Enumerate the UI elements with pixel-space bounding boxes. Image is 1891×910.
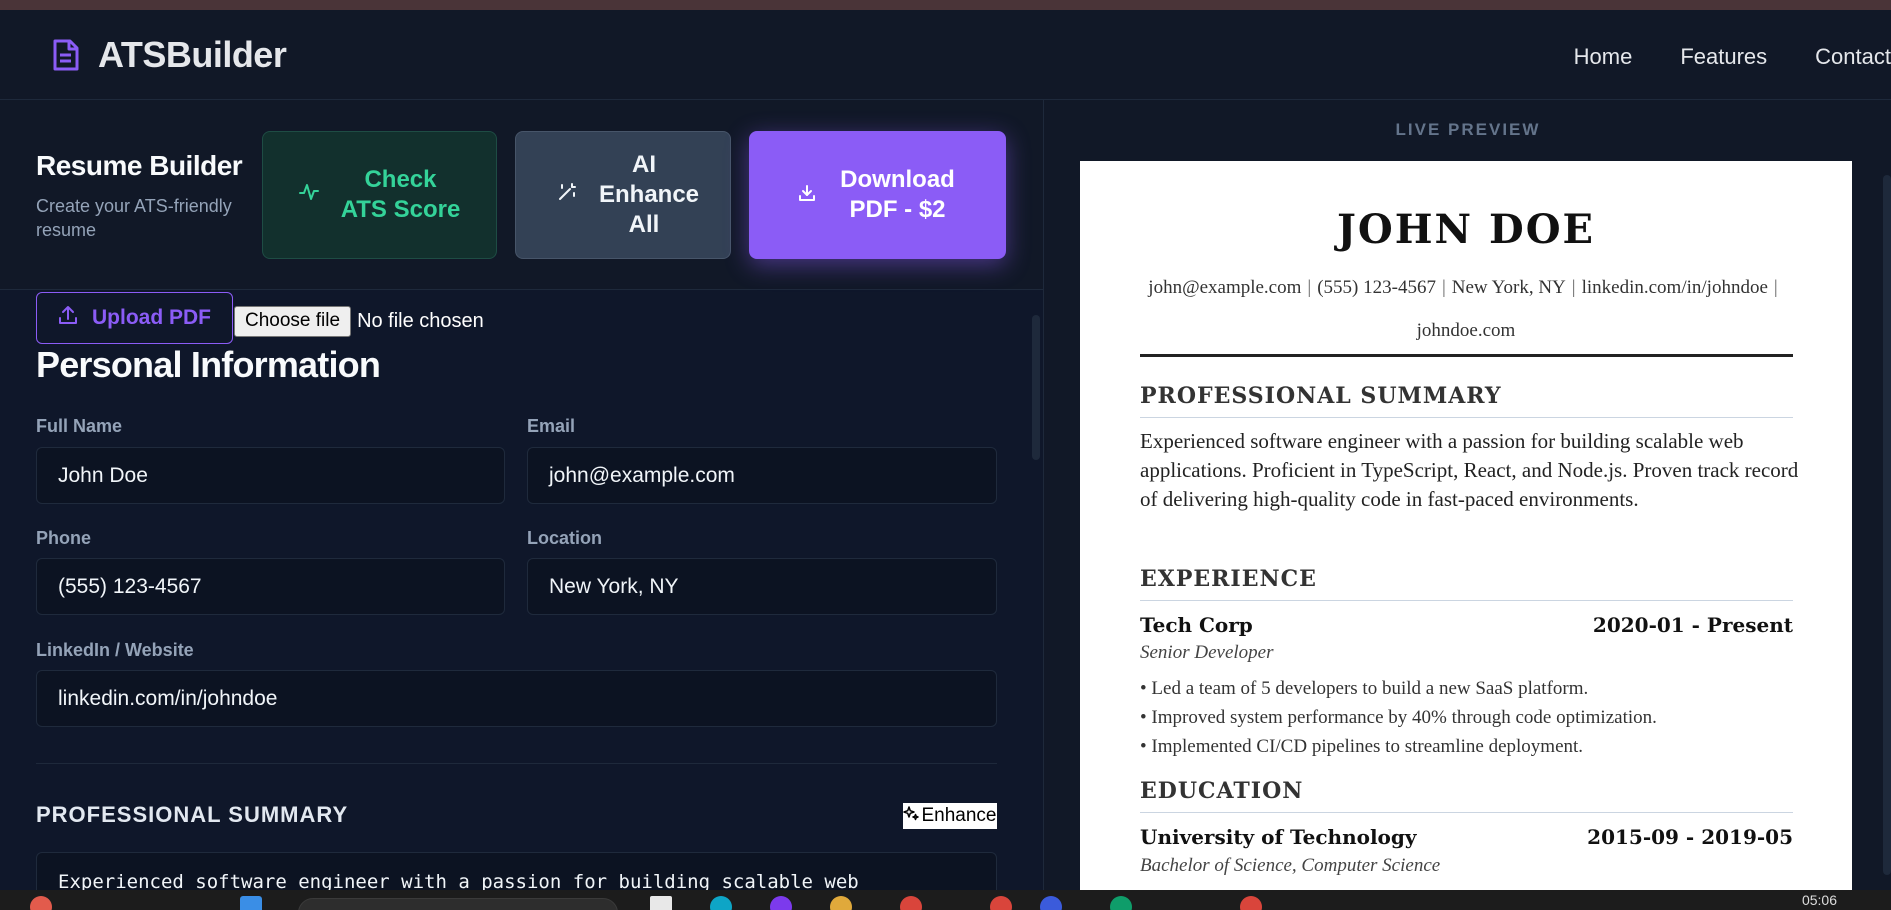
app-logo[interactable]: ATSBuilder [50, 34, 287, 76]
resume-preview-page: JOHN DOE john@example.com | (555) 123-4567… [1080, 161, 1852, 890]
resume-degree: Bachelor of Science, Computer Science [1140, 855, 1441, 876]
resume-company: Tech Corp [1140, 613, 1253, 637]
resume-website: johndoe.com [1416, 320, 1516, 341]
nav-links: Home Features Contact [1574, 44, 1891, 70]
builder-header: Resume Builder Create your ATS-friendly … [0, 100, 1043, 290]
full-name-label: Full Name [36, 416, 123, 436]
linkedin-field[interactable]: linkedin.com/in/johndoe [36, 670, 997, 727]
resume-contact-line: john@example.com | (555) 123-4567 | New York… [1148, 277, 1778, 341]
personal-information-heading: Personal Information [36, 344, 381, 385]
editor-scrollbar[interactable] [1032, 315, 1040, 460]
enhance-label: Enhance [921, 805, 997, 826]
folder-icon[interactable] [830, 896, 852, 910]
download-pdf-label: Download PDF - $2 [840, 166, 955, 223]
resume-experience-row: Tech Corp 2020-01 - Present [1140, 613, 1793, 637]
sparkles-icon [903, 805, 920, 827]
chrome-icon[interactable] [990, 896, 1012, 910]
upload-pdf-label: Upload PDF [92, 306, 211, 329]
resume-summary-heading: PROFESSIONAL SUMMARY [1140, 383, 1793, 418]
resume-location: New York, NY [1451, 277, 1566, 298]
resume-education-dates: 2015-09 - 2019-05 [1587, 825, 1793, 849]
ai-enhance-label: AI Enhance All [599, 151, 700, 238]
resume-experience-dates: 2020-01 - Present [1592, 613, 1793, 637]
choose-file-button[interactable]: Choose file [234, 305, 352, 337]
full-name-field[interactable]: John Doe [36, 447, 505, 504]
email-field[interactable]: john@example.com [527, 447, 997, 504]
preview-panel: LIVE PREVIEW JOHN DOE john@example.com |(… [1043, 100, 1891, 890]
os-taskbar: 05:06 [0, 890, 1891, 910]
ai-enhance-all-button[interactable]: AI Enhance All [515, 131, 731, 259]
notification-icon[interactable] [30, 896, 52, 910]
professional-summary-heading: PROFESSIONAL SUMMARY [36, 802, 349, 827]
document-icon [50, 35, 82, 75]
edge-icon[interactable] [710, 896, 732, 910]
resume-education-heading: EDUCATION [1140, 778, 1793, 813]
download-pdf-button[interactable]: Download PDF - $2 [749, 131, 1006, 259]
linkedin-label: LinkedIn / Website [36, 640, 194, 660]
upload-pdf-button[interactable]: Upload PDF [36, 292, 233, 344]
whatsapp-icon[interactable] [1110, 896, 1132, 910]
resume-summary-text: Experienced software engineer with a pas… [1140, 429, 1799, 511]
file-input: Choose file No file chosen [234, 305, 484, 337]
check-ats-label: Check ATS Score [340, 166, 461, 223]
discord-icon[interactable] [1040, 896, 1062, 910]
resume-bullet: • Implemented CI/CD pipelines to streaml… [1140, 736, 1584, 757]
taskbar-clock: 05:06 [1801, 892, 1837, 908]
resume-role: Senior Developer [1140, 642, 1274, 663]
location-label: Location [527, 528, 602, 548]
app-name: ATSBuilder [98, 34, 287, 75]
download-icon [798, 180, 816, 210]
resume-education-row: University of Technology 2015-09 - 2019-… [1140, 825, 1793, 849]
resume-experience-bullets: • Led a team of 5 developers to build a … [1140, 674, 1793, 761]
activity-icon [298, 180, 319, 210]
taskbar-search[interactable] [298, 898, 618, 910]
widgets-icon[interactable] [240, 896, 262, 910]
window-top-strip [0, 0, 1891, 10]
app-icon-2[interactable] [1240, 896, 1262, 910]
upload-row: Upload PDF Choose file No file chosen [36, 292, 484, 344]
builder-title: Resume Builder [36, 150, 243, 181]
app-icon[interactable] [900, 896, 922, 910]
preview-scrollbar[interactable] [1883, 175, 1891, 875]
nav-contact-link[interactable]: Contact [1815, 44, 1891, 70]
nav-home-link[interactable]: Home [1574, 44, 1633, 70]
check-ats-score-button[interactable]: Check ATS Score [262, 131, 497, 259]
resume-name: JOHN DOE [1336, 206, 1596, 253]
resume-experience-heading: EXPERIENCE [1140, 566, 1793, 601]
section-divider [36, 763, 997, 764]
resume-email: john@example.com [1148, 277, 1302, 298]
resume-bullet: • Led a team of 5 developers to build a … [1140, 678, 1589, 699]
phone-label: Phone [36, 528, 92, 548]
resume-bullet: • Improved system performance by 40% thr… [1140, 707, 1657, 728]
file-status: No file chosen [357, 309, 484, 332]
resume-school: University of Technology [1140, 825, 1417, 849]
top-navbar: ATSBuilder Home Features Contact [0, 10, 1891, 100]
editor-panel: Resume Builder Create your ATS-friendly … [0, 100, 1043, 890]
resume-phone: (555) 123-4567 [1317, 277, 1436, 298]
email-label: Email [527, 416, 576, 436]
phone-field[interactable]: (555) 123-4567 [36, 558, 505, 615]
resume-linkedin: linkedin.com/in/johndoe [1581, 277, 1768, 298]
nav-features-link[interactable]: Features [1680, 44, 1767, 70]
builder-subtitle: Create your ATS-friendly resume [36, 196, 232, 240]
resume-header-rule [1140, 354, 1793, 357]
upload-icon [58, 305, 78, 331]
magic-wand-icon [557, 180, 577, 210]
enhance-summary-button[interactable]: Enhance [903, 803, 997, 829]
live-preview-label: LIVE PREVIEW [1395, 120, 1541, 139]
summary-textarea[interactable]: Experienced software engineer with a pas… [36, 852, 997, 890]
vscode-icon[interactable] [770, 896, 792, 910]
files-icon[interactable] [650, 896, 672, 910]
location-field[interactable]: New York, NY [527, 558, 997, 615]
